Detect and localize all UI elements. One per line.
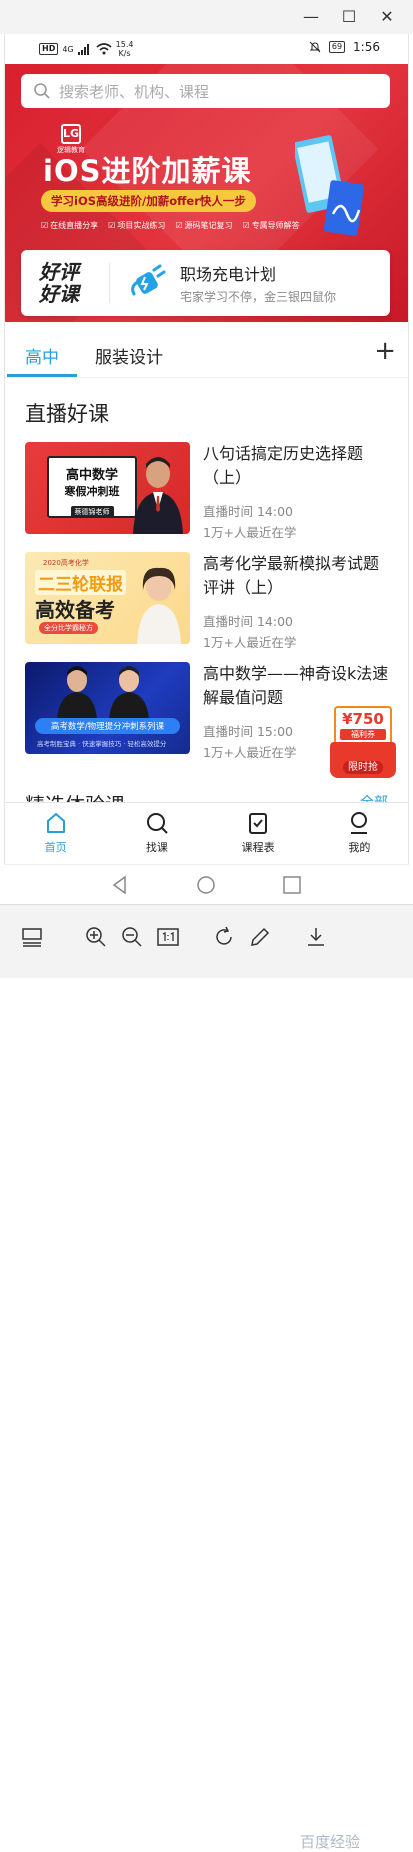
nav-schedule[interactable]: 课程表	[208, 803, 309, 856]
course-title: 高考化学最新模拟考试题评讲（上）	[203, 554, 380, 597]
teacher-photo	[137, 567, 181, 644]
coupon-label: 福利券	[340, 729, 386, 740]
banner-tag: 在线直播分享	[41, 220, 98, 231]
recents-square-icon[interactable]	[280, 873, 304, 897]
nav-profile[interactable]: 我的	[309, 803, 408, 856]
schedule-icon	[249, 813, 268, 834]
divider	[109, 263, 110, 303]
charging-plug-icon	[131, 264, 166, 296]
section-title-live: 直播好课	[25, 402, 109, 426]
phone-illustration-icon	[295, 135, 365, 236]
back-triangle-icon[interactable]	[108, 873, 132, 897]
signal-type: 4G	[62, 44, 74, 54]
wifi-icon	[96, 43, 112, 55]
rotate-icon[interactable]	[212, 925, 236, 949]
banner-title: iOS进阶加薪课	[43, 154, 252, 188]
network-type-badge: HD	[39, 43, 59, 55]
course-time: 直播时间 14:00	[203, 614, 293, 629]
signal-icon	[77, 44, 89, 55]
search-icon	[146, 813, 168, 834]
profile-icon	[351, 812, 368, 834]
course-learners: 1万+人最近在学	[203, 745, 297, 760]
course-time: 直播时间 15:00	[203, 724, 293, 739]
course-card[interactable]: 高中数学 寒假冲刺班 蔡德锦老师 八句话搞定历史选择题（上） 直播时间 14:0…	[25, 442, 395, 542]
tab-high-school[interactable]: 高中	[25, 343, 59, 368]
status-bar: HD 4G 15.4 K/s 69 1:56	[5, 34, 408, 64]
banner-subtitle: 学习iOS高级进阶/加薪offer快人一步	[41, 190, 256, 212]
phone-screen: HD 4G 15.4 K/s 69 1:56 搜索老师、机构、课程 LG 逻辑教…	[4, 34, 409, 864]
close-button[interactable]: ✕	[376, 6, 398, 28]
maximize-button[interactable]: ☐	[338, 6, 360, 28]
clock: 1:56	[353, 40, 380, 54]
pencil-icon[interactable]	[248, 925, 272, 949]
actual-size-icon[interactable]	[156, 925, 180, 949]
coupon-badge[interactable]: ¥750 福利券 限时抢	[330, 706, 396, 778]
battery-indicator: 69	[328, 41, 346, 53]
home-icon	[46, 813, 65, 833]
banner-tag: 专属导师解答	[243, 220, 300, 231]
course-thumbnail: 高中数学 寒假冲刺班 蔡德锦老师	[25, 442, 190, 534]
search-placeholder: 搜索老师、机构、课程	[59, 82, 210, 101]
category-tabs: 高中 服装设计 +	[5, 328, 408, 378]
coupon-grab-button[interactable]: 限时抢	[330, 742, 396, 778]
banner-tag: 源码笔记复习	[175, 220, 233, 231]
layout-icon[interactable]	[20, 925, 44, 949]
teacher-photo	[133, 457, 183, 534]
system-navigation-bar	[4, 864, 409, 904]
promo-title: 职场充电计划	[180, 265, 277, 284]
course-thumbnail: 2020高考化学 二三轮联报 高效备考 全分比学霸秘方	[25, 552, 190, 644]
teacher-photo	[57, 666, 97, 720]
home-circle-icon[interactable]	[194, 873, 218, 897]
zoom-in-icon[interactable]	[84, 925, 108, 949]
download-icon[interactable]	[304, 925, 328, 949]
tab-fashion-design[interactable]: 服装设计	[95, 343, 163, 368]
course-card[interactable]: 2020高考化学 二三轮联报 高效备考 全分比学霸秘方 高考化学最新模拟考试题评…	[25, 552, 395, 652]
promo-subtitle: 宅家学习不停，金三银四鼠你	[180, 290, 337, 304]
minimize-button[interactable]: —	[300, 6, 322, 28]
course-thumbnail: 高考数学/物理提分冲刺系列课 高考制胜宝典 · 快速掌握技巧 · 轻松高效提分	[25, 662, 190, 754]
teacher-photo	[109, 666, 149, 720]
course-time: 直播时间 14:00	[203, 504, 293, 519]
banner-tag: 项目实战练习	[108, 220, 165, 231]
promo-logo: 好评 好课	[39, 260, 79, 306]
coupon-value: ¥750	[342, 710, 384, 728]
nav-find-course[interactable]: 找课	[106, 803, 207, 856]
zoom-out-icon[interactable]	[120, 925, 144, 949]
nav-home[interactable]: 首页	[5, 803, 106, 856]
course-learners: 1万+人最近在学	[203, 525, 297, 540]
bottom-navigation: 首页 找课 课程表 我的	[5, 802, 408, 856]
viewer-toolbar: 百度经验	[0, 904, 413, 1851]
mute-bell-icon	[309, 41, 321, 53]
search-icon	[34, 83, 50, 99]
thumbnail-board: 高中数学 寒假冲刺班 蔡德锦老师	[47, 456, 137, 518]
network-speed: 15.4 K/s	[115, 40, 134, 58]
logo-mark: LG	[61, 124, 81, 144]
watermark: 百度经验	[300, 1833, 361, 1851]
banner-tags: 在线直播分享 项目实战练习 源码笔记复习 专属导师解答	[41, 220, 300, 231]
promo-card[interactable]: 好评 好课 职场充电计划 宅家学习不停，金三银四鼠你	[21, 250, 390, 316]
window-title-bar: — ☐ ✕	[0, 0, 413, 34]
active-tab-indicator	[7, 374, 77, 377]
course-learners: 1万+人最近在学	[203, 635, 297, 650]
course-title: 八句话搞定历史选择题（上）	[203, 444, 364, 487]
add-tab-button[interactable]: +	[374, 336, 396, 366]
course-title: 高中数学——神奇设k法速解最值问题	[203, 664, 389, 707]
search-input[interactable]: 搜索老师、机构、课程	[21, 74, 390, 108]
